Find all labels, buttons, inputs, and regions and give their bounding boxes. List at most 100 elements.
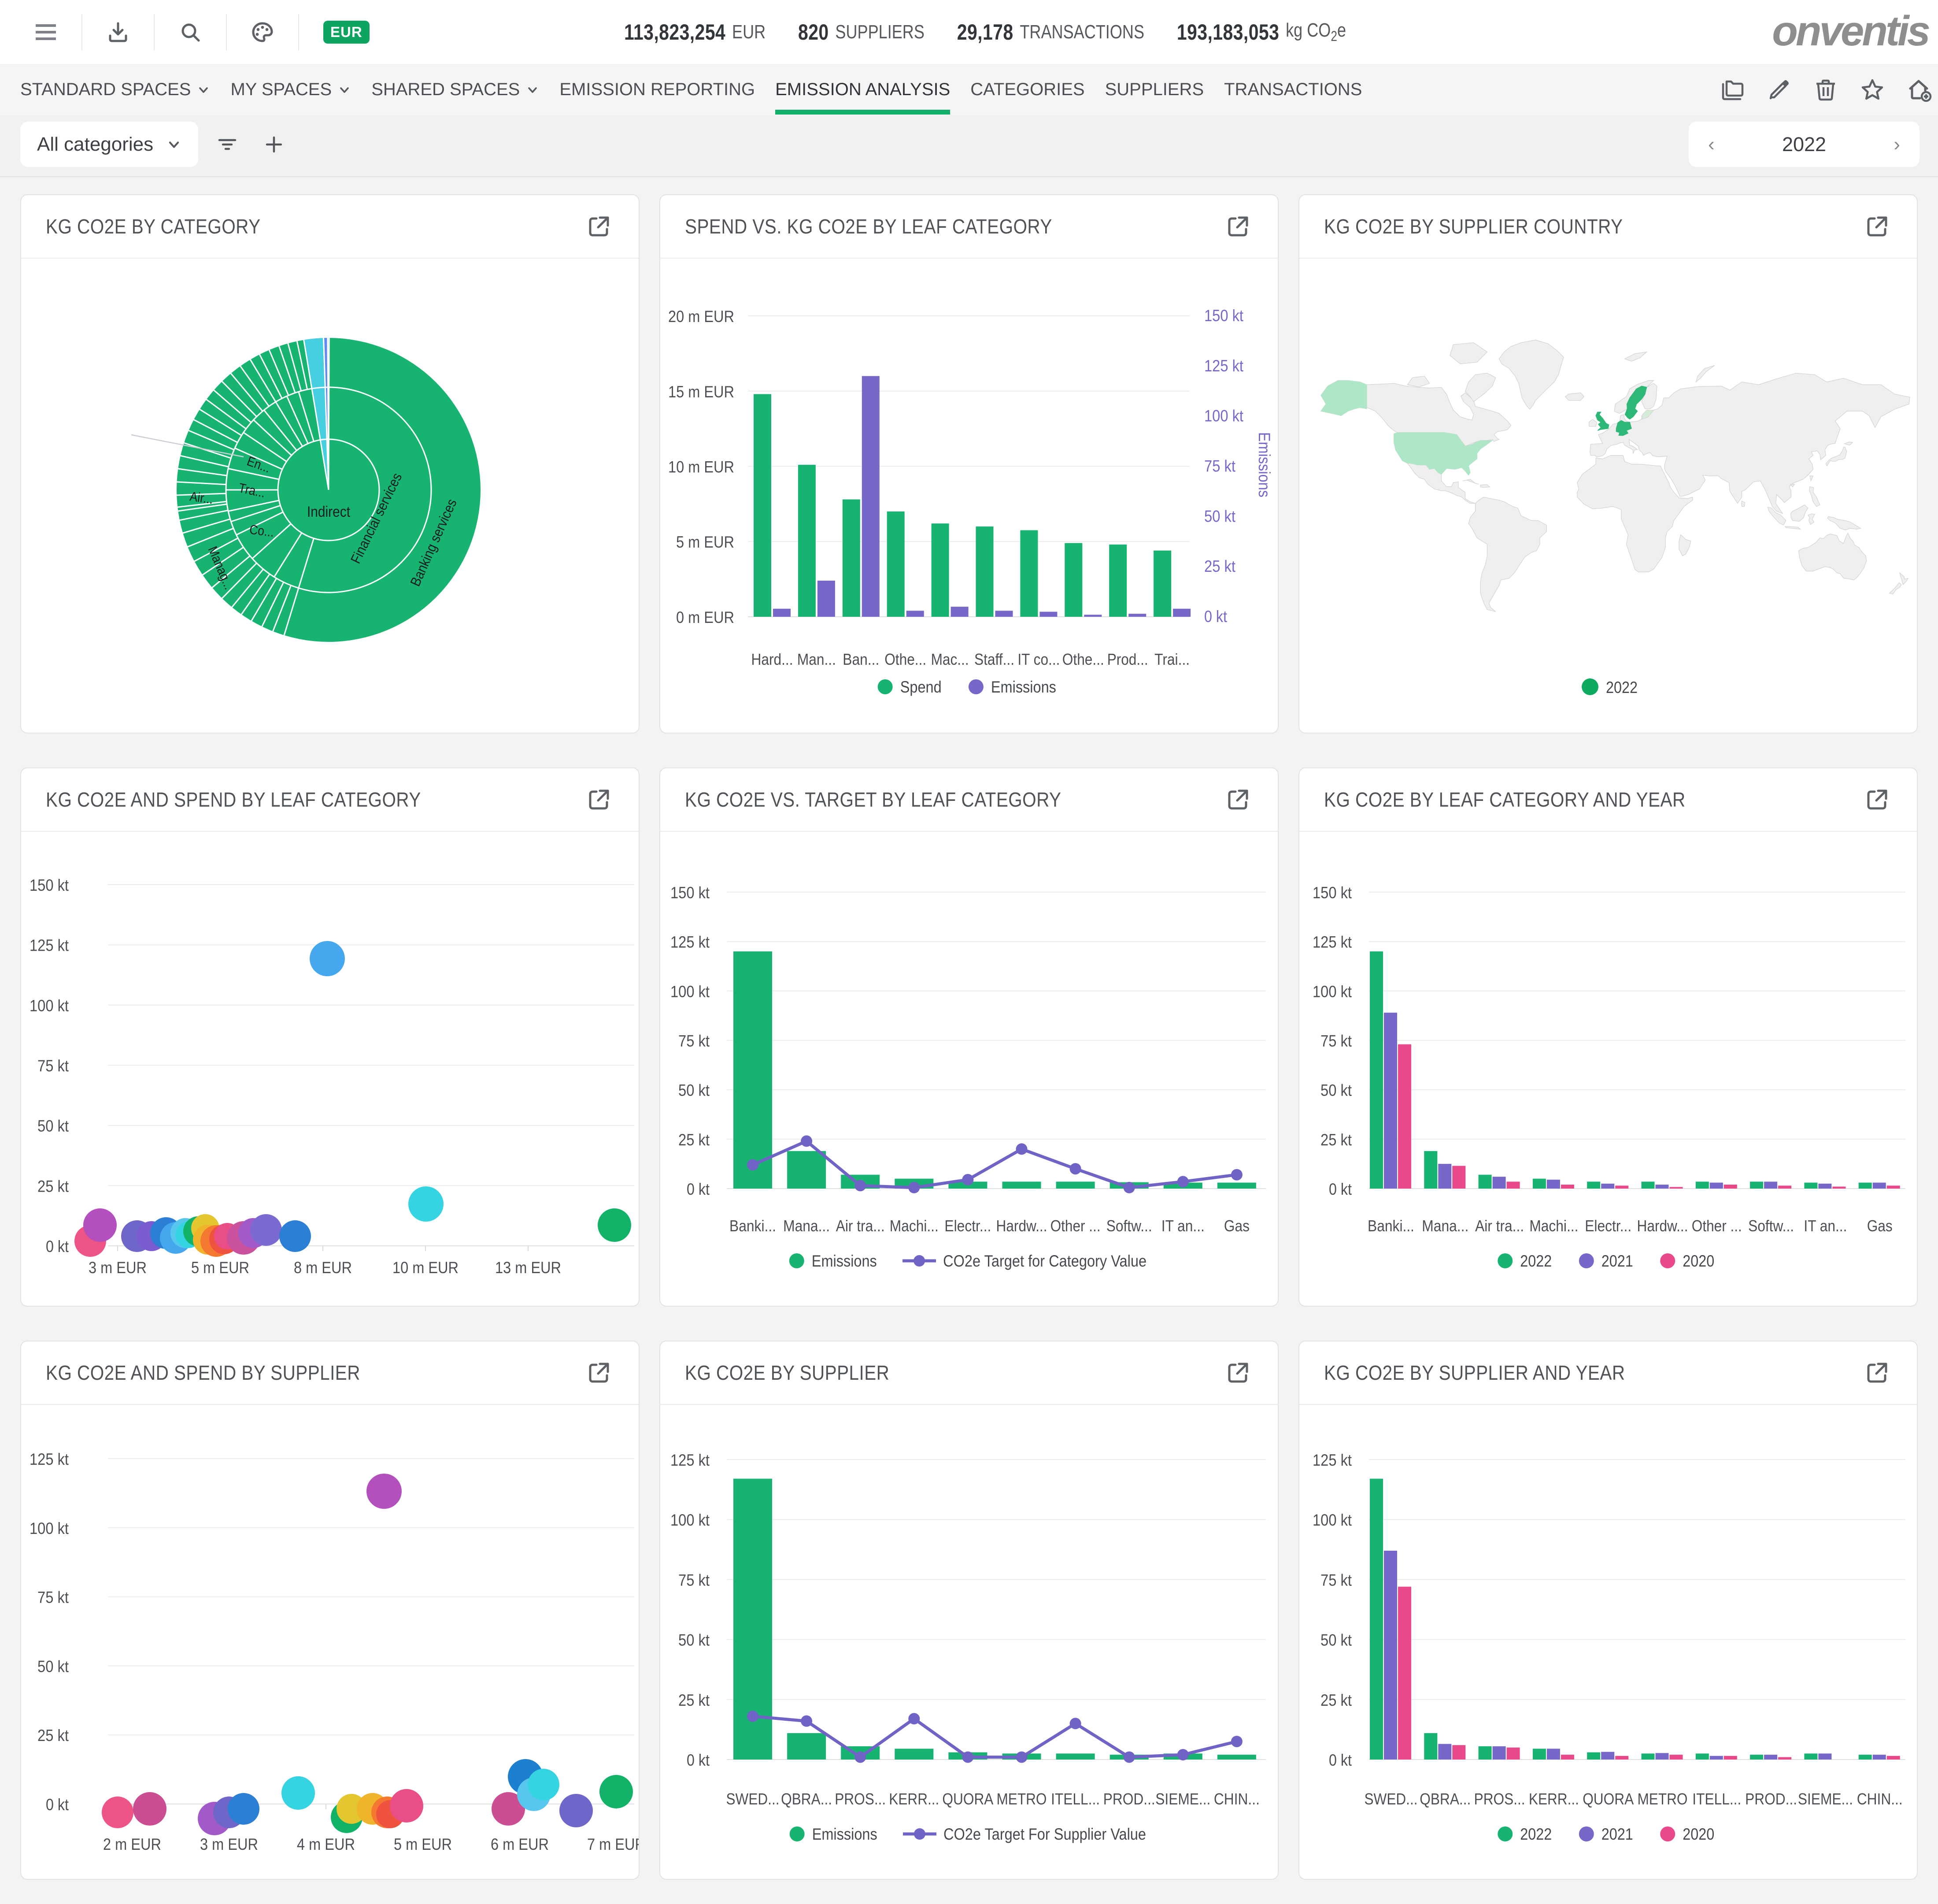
svg-text:Air tra...: Air tra... [1475, 1217, 1524, 1235]
svg-text:Air tra...: Air tra... [836, 1217, 885, 1235]
svg-text:75 kt: 75 kt [37, 1589, 69, 1607]
svg-text:100 kt: 100 kt [1313, 982, 1352, 1000]
svg-text:CO2e Target For Supplier Value: CO2e Target For Supplier Value [943, 1825, 1146, 1843]
svg-text:QUORA: QUORA [1583, 1790, 1634, 1808]
svg-text:PROD...: PROD... [1103, 1790, 1155, 1808]
svg-text:75 kt: 75 kt [1320, 1032, 1352, 1050]
svg-text:0 kt: 0 kt [687, 1180, 710, 1198]
svg-text:Mana...: Mana... [1422, 1217, 1468, 1235]
svg-text:ITELL...: ITELL... [1051, 1790, 1100, 1808]
svg-text:KERR...: KERR... [889, 1790, 939, 1808]
svg-text:125 kt: 125 kt [1204, 357, 1244, 375]
svg-text:25 kt: 25 kt [1320, 1131, 1352, 1149]
svg-text:SWED...: SWED... [726, 1790, 780, 1808]
svg-text:Hardw...: Hardw... [996, 1217, 1047, 1235]
svg-text:2022: 2022 [1520, 1252, 1552, 1270]
svg-text:CHIN...: CHIN... [1857, 1790, 1903, 1808]
svg-text:Banki...: Banki... [729, 1217, 776, 1235]
svg-text:13 m EUR: 13 m EUR [495, 1259, 561, 1277]
svg-text:25 kt: 25 kt [678, 1691, 710, 1709]
svg-text:15 m EUR: 15 m EUR [668, 383, 734, 401]
svg-text:CO2e Target for Category Value: CO2e Target for Category Value [943, 1252, 1147, 1270]
svg-text:6 m EUR: 6 m EUR [491, 1835, 549, 1853]
svg-text:QBRA...: QBRA... [781, 1790, 832, 1808]
svg-text:125 kt: 125 kt [670, 933, 710, 951]
svg-text:125 kt: 125 kt [30, 937, 69, 955]
svg-text:2021: 2021 [1601, 1252, 1633, 1270]
svg-text:25 kt: 25 kt [1320, 1691, 1352, 1709]
svg-text:Other ...: Other ... [1692, 1217, 1742, 1235]
svg-text:10 m EUR: 10 m EUR [668, 458, 734, 476]
svg-text:Emissions: Emissions [991, 678, 1056, 696]
svg-text:Co...: Co... [248, 522, 275, 540]
svg-text:2022: 2022 [1520, 1825, 1552, 1843]
svg-text:2 m EUR: 2 m EUR [103, 1835, 161, 1853]
svg-text:100 kt: 100 kt [1204, 407, 1244, 425]
svg-text:2020: 2020 [1683, 1825, 1714, 1843]
svg-text:Gas: Gas [1867, 1217, 1893, 1235]
svg-text:75 kt: 75 kt [1320, 1571, 1352, 1589]
svg-text:7 m EUR: 7 m EUR [587, 1835, 639, 1853]
svg-text:150 kt: 150 kt [30, 876, 69, 894]
svg-text:SIEME...: SIEME... [1155, 1790, 1210, 1808]
svg-text:METRO: METRO [1638, 1790, 1688, 1808]
svg-text:50 kt: 50 kt [678, 1631, 710, 1649]
svg-text:Other ...: Other ... [1050, 1217, 1101, 1235]
svg-text:0 kt: 0 kt [1329, 1751, 1352, 1769]
svg-text:5 m EUR: 5 m EUR [676, 533, 734, 551]
svg-text:150 kt: 150 kt [670, 884, 710, 902]
svg-text:150 kt: 150 kt [1204, 307, 1244, 325]
svg-text:50 kt: 50 kt [1320, 1082, 1352, 1100]
svg-text:IT an...: IT an... [1161, 1217, 1205, 1235]
svg-text:QBRA...: QBRA... [1420, 1790, 1471, 1808]
svg-text:0 kt: 0 kt [46, 1237, 69, 1256]
svg-text:75 kt: 75 kt [678, 1571, 710, 1589]
svg-text:Banki...: Banki... [1368, 1217, 1414, 1235]
svg-text:100 kt: 100 kt [30, 996, 69, 1015]
svg-text:Emissions: Emissions [812, 1252, 877, 1270]
svg-text:5 m EUR: 5 m EUR [191, 1259, 249, 1277]
svg-text:Trai...: Trai... [1154, 650, 1190, 668]
svg-text:75 kt: 75 kt [37, 1057, 69, 1075]
svg-text:2022: 2022 [1606, 678, 1638, 696]
svg-text:25 kt: 25 kt [678, 1131, 710, 1149]
svg-text:Mac...: Mac... [931, 650, 969, 668]
svg-text:25 kt: 25 kt [1204, 557, 1236, 575]
svg-text:SWED...: SWED... [1365, 1790, 1418, 1808]
svg-text:Spend: Spend [900, 678, 942, 696]
svg-text:SIEME...: SIEME... [1798, 1790, 1853, 1808]
svg-text:CHIN...: CHIN... [1214, 1790, 1260, 1808]
svg-text:2021: 2021 [1601, 1825, 1633, 1843]
svg-text:Staff...: Staff... [974, 650, 1014, 668]
svg-text:Indirect: Indirect [307, 504, 350, 520]
svg-text:Machi...: Machi... [1529, 1217, 1578, 1235]
svg-text:Hardw...: Hardw... [1637, 1217, 1688, 1235]
svg-text:3 m EUR: 3 m EUR [89, 1259, 147, 1277]
svg-text:Softw...: Softw... [1106, 1217, 1152, 1235]
svg-text:125 kt: 125 kt [670, 1451, 710, 1469]
svg-text:125 kt: 125 kt [30, 1450, 69, 1468]
svg-text:0 m EUR: 0 m EUR [676, 608, 734, 626]
svg-text:Man...: Man... [797, 650, 836, 668]
svg-text:METRO: METRO [997, 1790, 1047, 1808]
svg-text:50 kt: 50 kt [678, 1082, 710, 1100]
svg-text:Mana...: Mana... [783, 1217, 830, 1235]
svg-text:125 kt: 125 kt [1313, 1451, 1352, 1469]
svg-text:0 kt: 0 kt [687, 1751, 710, 1769]
svg-text:QUORA: QUORA [942, 1790, 993, 1808]
svg-text:Othe...: Othe... [884, 650, 926, 668]
svg-text:25 kt: 25 kt [37, 1726, 69, 1745]
svg-text:KERR...: KERR... [1529, 1790, 1579, 1808]
svg-text:100 kt: 100 kt [30, 1519, 69, 1537]
svg-text:IT an...: IT an... [1804, 1217, 1847, 1235]
svg-text:125 kt: 125 kt [1313, 933, 1352, 951]
svg-text:Gas: Gas [1224, 1217, 1250, 1235]
svg-text:0 kt: 0 kt [1329, 1180, 1352, 1198]
svg-text:50 kt: 50 kt [37, 1117, 69, 1135]
svg-text:50 kt: 50 kt [1204, 507, 1236, 525]
svg-text:Ban...: Ban... [843, 650, 879, 668]
svg-text:8 m EUR: 8 m EUR [294, 1259, 352, 1277]
svg-text:2020: 2020 [1683, 1252, 1714, 1270]
svg-text:3 m EUR: 3 m EUR [200, 1835, 258, 1853]
svg-text:100 kt: 100 kt [670, 982, 710, 1000]
